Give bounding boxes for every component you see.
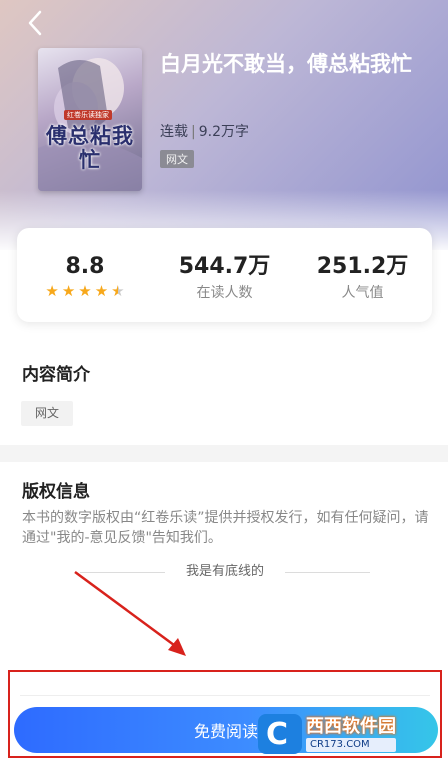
readers-label: 在读人数 (196, 285, 253, 301)
popularity-value: 251.2万 (316, 254, 409, 279)
star-half-icon: ★ (111, 282, 125, 300)
watermark-sub: CR173.COM (306, 738, 396, 752)
footer-divider (20, 695, 430, 696)
chevron-left-icon (28, 10, 42, 36)
back-button[interactable] (20, 8, 50, 38)
popularity-label: 人气值 (341, 285, 384, 301)
stats-card: 8.8 ★ ★ ★ ★ ★ 544.7万 在读人数 251.2万 人气值 (17, 228, 432, 322)
star-icon: ★ (94, 282, 109, 300)
readers-value: 544.7万 (178, 254, 271, 279)
star-icon: ★ (45, 282, 59, 300)
readers-stat: 544.7万 在读人数 (167, 254, 282, 302)
book-category-tag: 网文 (160, 150, 194, 168)
end-of-list-indicator: 我是有底线的 (80, 565, 370, 579)
copyright-heading: 版权信息 (22, 482, 90, 502)
star-icon: ★ (61, 282, 76, 300)
watermark-text: 西西软件园 CR173.COM (306, 716, 396, 752)
cover-title: 傅总粘我忙 (46, 123, 134, 172)
book-word-count: 9.2万字 (198, 124, 249, 140)
watermark-logo-icon: C (258, 714, 302, 754)
book-status: 连载 (160, 124, 188, 140)
copyright-text: 本书的数字版权由“红卷乐读”提供并授权发行，如有任何疑问，请通过"我的-意见反馈… (22, 510, 429, 546)
intro-heading: 内容简介 (22, 365, 90, 385)
meta-separator: | (191, 124, 196, 140)
watermark: C 西西软件园 CR173.COM (258, 712, 430, 756)
book-cover[interactable]: 红卷乐读独家 傅总粘我忙 (38, 48, 142, 191)
watermark-main: 西西软件园 (306, 716, 396, 737)
free-read-label: 免费阅读 (193, 722, 258, 741)
book-meta: 连载 | 9.2万字 (160, 121, 249, 141)
intro-tag[interactable]: 网文 (21, 401, 73, 426)
cover-tag: 红卷乐读独家 (64, 110, 112, 120)
rating-stat: 8.8 ★ ★ ★ ★ ★ (35, 254, 135, 299)
book-title: 白月光不敢当，傅总粘我忙 (160, 52, 412, 76)
rating-stars: ★ ★ ★ ★ ★ (35, 284, 135, 299)
section-divider (0, 445, 448, 462)
end-line-right (285, 572, 370, 573)
popularity-stat: 251.2万 人气值 (305, 254, 420, 302)
rating-value: 8.8 (65, 254, 105, 279)
star-icon: ★ (78, 282, 92, 300)
